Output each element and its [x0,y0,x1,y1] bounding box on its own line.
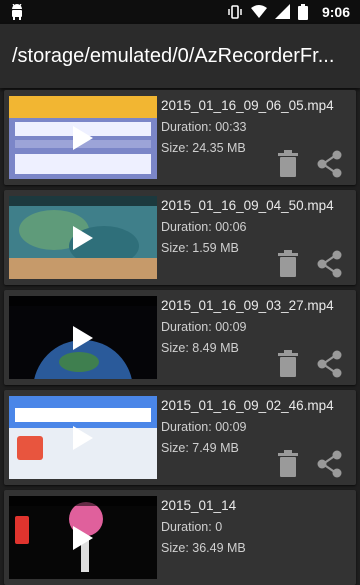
play-icon[interactable] [73,526,93,550]
video-card[interactable]: 2015_01_16_09_02_46.mp4 Duration: 00:09 … [4,390,356,485]
video-duration: Duration: 00:09 [161,420,247,434]
video-thumbnail[interactable] [9,196,157,279]
video-duration: Duration: 00:06 [161,220,247,234]
video-size: Size: 7.49 MB [161,441,239,455]
video-thumbnail[interactable] [9,296,157,379]
video-card[interactable]: 2015_01_16_09_06_05.mp4 Duration: 00:33 … [4,90,356,185]
trash-icon[interactable] [276,250,300,278]
share-icon[interactable] [316,150,344,178]
video-file-name: 2015_01_16_09_03_27.mp4 [161,298,334,313]
play-icon[interactable] [73,126,93,150]
thumbnail-status-bar [9,296,157,306]
video-duration: Duration: 00:33 [161,120,247,134]
video-duration: Duration: 0 [161,520,223,534]
video-file-name: 2015_01_16_09_02_46.mp4 [161,398,334,413]
battery-icon [298,4,308,20]
video-size: Size: 36.49 MB [161,541,246,555]
wifi-icon [251,5,267,18]
trash-icon[interactable] [276,450,300,478]
thumbnail-status-bar [9,196,157,206]
video-thumbnail[interactable] [9,96,157,179]
video-size: Size: 24.35 MB [161,141,246,155]
video-card[interactable]: 2015_01_16_09_03_27.mp4 Duration: 00:09 … [4,290,356,385]
video-thumbnail[interactable] [9,396,157,479]
video-file-name: 2015_01_16_09_04_50.mp4 [161,198,334,213]
video-card[interactable]: 2015_01_14 Duration: 0 Size: 36.49 MB [4,490,356,585]
play-icon[interactable] [73,326,93,350]
share-icon[interactable] [316,250,344,278]
play-icon[interactable] [73,226,93,250]
status-time: 9:06 [321,4,350,20]
vibrate-icon [228,5,242,19]
video-file-name: 2015_01_16_09_06_05.mp4 [161,98,334,113]
trash-icon[interactable] [276,350,300,378]
play-icon[interactable] [73,426,93,450]
signal-icon [275,4,290,19]
android-icon [12,4,22,20]
video-thumbnail[interactable] [9,496,157,579]
folder-path-title: /storage/emulated/0/AzRecorderFr... [12,45,335,67]
status-bar: 9:06 [0,0,360,24]
video-size: Size: 8.49 MB [161,341,239,355]
trash-icon[interactable] [276,150,300,178]
video-file-name: 2015_01_14 [161,498,237,513]
app-toolbar: /storage/emulated/0/AzRecorderFr... [0,24,360,88]
share-icon[interactable] [316,450,344,478]
video-card[interactable]: 2015_01_16_09_04_50.mp4 Duration: 00:06 … [4,190,356,285]
video-duration: Duration: 00:09 [161,320,247,334]
thumbnail-status-bar [9,496,157,506]
video-size: Size: 1.59 MB [161,241,239,255]
share-icon[interactable] [316,350,344,378]
